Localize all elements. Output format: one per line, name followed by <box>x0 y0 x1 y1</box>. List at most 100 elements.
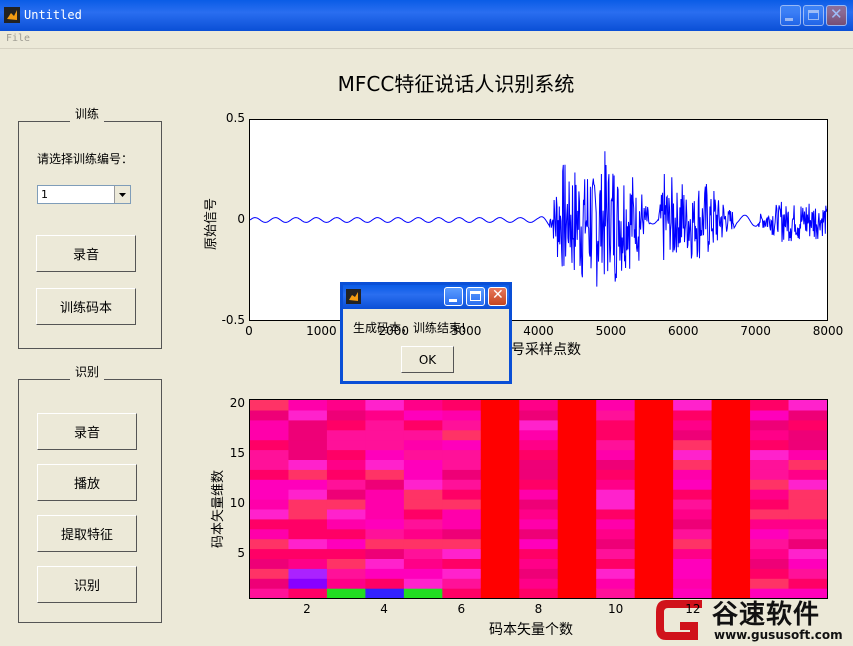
watermark: 谷速软件 www.gususoft.com <box>652 592 853 646</box>
minimize-icon <box>449 299 457 302</box>
heatmap-cell <box>250 439 290 451</box>
heatmap-cell <box>557 419 597 431</box>
heatmap-cell <box>250 558 290 569</box>
select-dropdown-button[interactable] <box>114 186 130 203</box>
heatmap-cell <box>288 400 328 411</box>
heatmap-cell <box>750 419 790 431</box>
heatmap-cell <box>596 400 636 411</box>
window-title-bar[interactable] <box>0 0 853 31</box>
heatmap-cell <box>557 479 597 490</box>
heatmap-cell <box>557 508 597 520</box>
waveform-svg <box>250 151 827 287</box>
heatmap-cell <box>326 568 366 579</box>
heatmap-cell <box>480 449 520 460</box>
heatmap-cell <box>326 409 366 421</box>
heatmap-cell <box>711 508 751 520</box>
heatmap-cell <box>750 459 790 470</box>
recognize-button[interactable]: 识别 <box>37 566 137 603</box>
heatmap-cell <box>711 479 751 490</box>
heatmap-cell <box>365 439 405 451</box>
heatmap-cell <box>557 439 597 451</box>
heatmap-cell <box>288 518 328 530</box>
recog-record-button[interactable]: 录音 <box>37 413 137 450</box>
heatmap-cell <box>442 568 482 579</box>
heatmap-cell <box>711 400 751 411</box>
dialog-ok-button[interactable]: OK <box>401 346 454 373</box>
heatmap-cell <box>442 479 482 490</box>
heatmap-cell <box>250 578 290 589</box>
train-codebook-button[interactable]: 训练码本 <box>36 288 136 325</box>
window-title: Untitled <box>24 8 82 22</box>
heatmap-cell <box>480 409 520 421</box>
heatmap-cell <box>634 578 674 589</box>
heatmap-cell <box>634 538 674 550</box>
heatmap-cell <box>673 449 713 460</box>
heatmap-cell <box>288 449 328 460</box>
heatmap-cell <box>634 439 674 451</box>
heatmap-cell <box>634 479 674 490</box>
heatmap-cell <box>288 499 328 510</box>
heatmap-cell <box>557 489 597 500</box>
heatmap-cell <box>596 499 636 510</box>
heatmap-cell <box>480 558 520 569</box>
heatmap-cell <box>288 578 328 589</box>
heatmap-cell <box>365 558 405 569</box>
heatmap-cell <box>673 538 713 550</box>
heatmap-cell <box>711 439 751 451</box>
dialog-title-bar[interactable]: ✕ <box>343 285 509 309</box>
heatmap-cell <box>403 578 443 589</box>
close-button[interactable]: ✕ <box>826 5 847 26</box>
heatmap-cell <box>250 459 290 470</box>
heatmap-cell <box>634 469 674 480</box>
heatmap-cell <box>711 518 751 530</box>
heatmap-cell <box>557 518 597 530</box>
heatmap-cell <box>365 499 405 510</box>
heatmap-cell <box>403 518 443 530</box>
heatmap-y-label: 码本矢量维数 <box>211 469 226 548</box>
menu-bar <box>0 31 853 49</box>
heatmap-x-tick: 6 <box>457 602 466 616</box>
heatmap-cell <box>557 459 597 470</box>
heatmap-cell <box>557 469 597 480</box>
heatmap-cell <box>288 558 328 569</box>
dialog-maximize-button[interactable] <box>466 287 485 306</box>
extract-features-button[interactable]: 提取特征 <box>37 515 137 552</box>
menu-item-file[interactable]: File <box>6 33 30 44</box>
heatmap-cell <box>519 578 559 589</box>
play-button[interactable]: 播放 <box>37 464 137 501</box>
heatmap-cell <box>365 508 405 520</box>
heatmap-cell <box>442 538 482 550</box>
heatmap-cell <box>326 518 366 530</box>
matlab-logo-icon <box>346 289 361 304</box>
heatmap-cell <box>519 489 559 500</box>
dialog-minimize-button[interactable] <box>444 287 463 306</box>
heatmap-cell <box>596 588 636 598</box>
maximize-button[interactable] <box>803 5 824 26</box>
heatmap-cell <box>403 459 443 470</box>
heatmap-cell <box>250 400 290 411</box>
heatmap-cell <box>326 528 366 540</box>
heatmap-cell <box>519 479 559 490</box>
minimize-button[interactable] <box>780 5 801 26</box>
codebook-heatmap <box>249 399 828 599</box>
waveform-series-line <box>250 151 827 287</box>
heatmap-cell <box>519 588 559 598</box>
heatmap-cell <box>250 419 290 431</box>
waveform-x-tick: 5000 <box>595 324 627 338</box>
heatmap-cell <box>250 518 290 530</box>
heatmap-cell <box>750 548 790 559</box>
heatmap-cell <box>288 508 328 520</box>
train-number-value: 1 <box>41 188 48 201</box>
heatmap-cell <box>442 578 482 589</box>
heatmap-cell <box>788 558 827 569</box>
train-number-select[interactable]: 1 <box>37 185 131 204</box>
heatmap-cell <box>711 419 751 431</box>
heatmap-cell <box>288 588 328 598</box>
heatmap-cell <box>788 479 827 490</box>
heatmap-cell <box>788 409 827 421</box>
dialog-close-button[interactable]: ✕ <box>488 287 507 306</box>
heatmap-cell <box>365 548 405 559</box>
heatmap-cell <box>403 429 443 441</box>
heatmap-cell <box>519 568 559 579</box>
train-record-button[interactable]: 录音 <box>36 235 136 272</box>
